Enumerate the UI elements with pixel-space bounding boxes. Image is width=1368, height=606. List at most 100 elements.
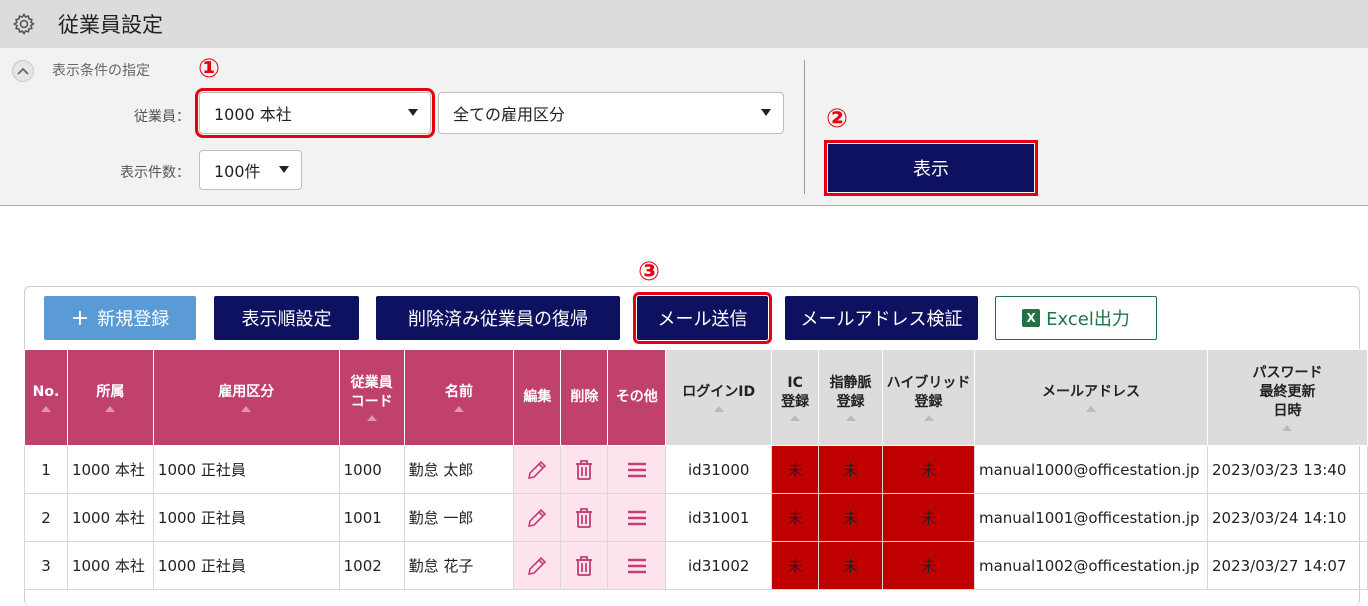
col-name[interactable]: 名前 <box>403 349 515 446</box>
employee-table: No. 所属 雇用区分 従業員 コード 名前 編集 削除 その他 ログインID I… <box>24 349 1368 590</box>
sort-icon <box>923 415 934 422</box>
more-button[interactable] <box>607 493 667 542</box>
dropdown-arrow-icon <box>279 166 289 173</box>
dropdown-arrow-icon <box>408 109 418 116</box>
sort-icon <box>713 405 724 412</box>
col-email[interactable]: メールアドレス <box>974 349 1208 446</box>
employee-label: 従業員： <box>134 109 190 125</box>
cell-code: 1001 <box>338 493 405 542</box>
cell-dept: 1000 本社 <box>66 541 154 590</box>
col-delete: 削除 <box>560 349 609 446</box>
employment-type-value: 全ての雇用区分 <box>453 105 566 124</box>
col-employment-type[interactable]: 雇用区分 <box>152 349 340 446</box>
marker-2: ② <box>826 104 849 134</box>
col-password-updated[interactable]: パスワード 最終更新 日時 <box>1206 349 1368 446</box>
count-select-value: 100件 <box>214 162 261 181</box>
edit-button[interactable] <box>513 541 562 590</box>
pencil-icon <box>528 556 547 575</box>
count-label: 表示件数： <box>120 165 190 181</box>
trash-icon <box>576 507 593 528</box>
table-row: 2 1000 本社 1000 正社員 1001 勤怠 一郎 id31001 未 … <box>24 493 1368 542</box>
edit-button[interactable] <box>513 445 562 494</box>
chevron-up-icon <box>17 67 29 75</box>
cell-employment-type: 1000 正社員 <box>152 541 340 590</box>
cell-email: manual1002@officestation.jp <box>974 541 1208 590</box>
cell-hybrid: 未 <box>882 541 975 590</box>
cell-code: 1002 <box>338 541 405 590</box>
cell-password-updated: 2023/03/23 13:40 <box>1206 445 1368 494</box>
cell-ic: 未 <box>771 493 820 542</box>
pencil-icon <box>528 460 547 479</box>
table-row: 3 1000 本社 1000 正社員 1002 勤怠 花子 id31002 未 … <box>24 541 1368 590</box>
verify-email-button[interactable]: メールアドレス検証 <box>785 296 978 340</box>
excel-export-label: Excel出力 <box>1046 309 1130 330</box>
sort-icon <box>241 405 252 412</box>
more-button[interactable] <box>607 541 667 590</box>
col-no[interactable]: No. <box>24 349 68 446</box>
filter-section-label: 表示条件の指定 <box>52 63 150 79</box>
col-vein[interactable]: 指静脈 登録 <box>818 349 884 446</box>
sort-icon <box>454 405 464 412</box>
cell-employment-type: 1000 正社員 <box>152 493 340 542</box>
cell-email: manual1000@officestation.jp <box>974 445 1208 494</box>
new-register-button[interactable]: + 新規登録 <box>44 296 196 340</box>
sort-icon <box>845 415 856 422</box>
gear-icon <box>13 13 35 35</box>
sort-icon <box>790 415 801 422</box>
pencil-icon <box>528 508 547 527</box>
cell-dept: 1000 本社 <box>66 445 154 494</box>
cell-no: 1 <box>24 445 68 494</box>
count-select[interactable]: 100件 <box>199 150 302 190</box>
delete-button[interactable] <box>560 541 609 590</box>
dropdown-arrow-icon <box>761 109 771 116</box>
cell-login-id: id31001 <box>665 493 773 542</box>
sort-icon <box>105 405 116 412</box>
cell-code: 1000 <box>338 445 405 494</box>
trash-icon <box>576 555 593 576</box>
cell-name: 勤怠 花子 <box>403 541 515 590</box>
col-login-id[interactable]: ログインID <box>665 349 773 446</box>
send-mail-button[interactable]: メール送信 <box>633 292 772 344</box>
cell-vein: 未 <box>818 445 884 494</box>
delete-button[interactable] <box>560 445 609 494</box>
menu-icon <box>627 558 646 573</box>
employment-type-select[interactable]: 全ての雇用区分 <box>438 92 784 134</box>
col-employee-code[interactable]: 従業員 コード <box>338 349 405 446</box>
title-bar: 従業員設定 <box>0 0 1368 48</box>
sort-icon <box>1085 405 1096 412</box>
trash-icon <box>576 459 593 480</box>
cell-vein: 未 <box>818 493 884 542</box>
cell-login-id: id31000 <box>665 445 773 494</box>
more-button[interactable] <box>607 445 667 494</box>
table-row: 1 1000 本社 1000 正社員 1000 勤怠 太郎 id31000 未 … <box>24 445 1368 494</box>
cell-no: 2 <box>24 493 68 542</box>
cell-ic: 未 <box>771 445 820 494</box>
col-hybrid[interactable]: ハイブリッド 登録 <box>882 349 975 446</box>
excel-icon: X <box>1022 309 1041 327</box>
marker-1: ① <box>198 54 221 84</box>
divider <box>804 60 805 194</box>
restore-deleted-button[interactable]: 削除済み従業員の復帰 <box>376 296 620 340</box>
employee-select-value: 1000 本社 <box>214 105 292 124</box>
cell-login-id: id31002 <box>665 541 773 590</box>
col-ic[interactable]: IC 登録 <box>771 349 820 446</box>
col-dept[interactable]: 所属 <box>66 349 154 446</box>
plus-icon: + <box>70 305 90 331</box>
excel-export-button[interactable]: X Excel出力 <box>995 296 1157 340</box>
employee-select[interactable]: 1000 本社 <box>195 88 435 138</box>
display-order-button[interactable]: 表示順設定 <box>214 296 359 340</box>
page-title: 従業員設定 <box>58 13 163 37</box>
marker-3: ③ <box>638 257 661 287</box>
new-register-label: 新規登録 <box>97 309 170 330</box>
col-other: その他 <box>607 349 667 446</box>
cell-employment-type: 1000 正社員 <box>152 445 340 494</box>
filter-panel: 表示条件の指定 ① 従業員： 1000 本社 全ての雇用区分 表示件数： 100… <box>0 48 1368 206</box>
edit-button[interactable] <box>513 493 562 542</box>
cell-name: 勤怠 一郎 <box>403 493 515 542</box>
show-button[interactable]: 表示 <box>824 140 1038 196</box>
cell-no: 3 <box>24 541 68 590</box>
delete-button[interactable] <box>560 493 609 542</box>
collapse-toggle[interactable] <box>12 60 34 82</box>
sort-icon <box>1282 424 1293 431</box>
col-edit: 編集 <box>513 349 562 446</box>
